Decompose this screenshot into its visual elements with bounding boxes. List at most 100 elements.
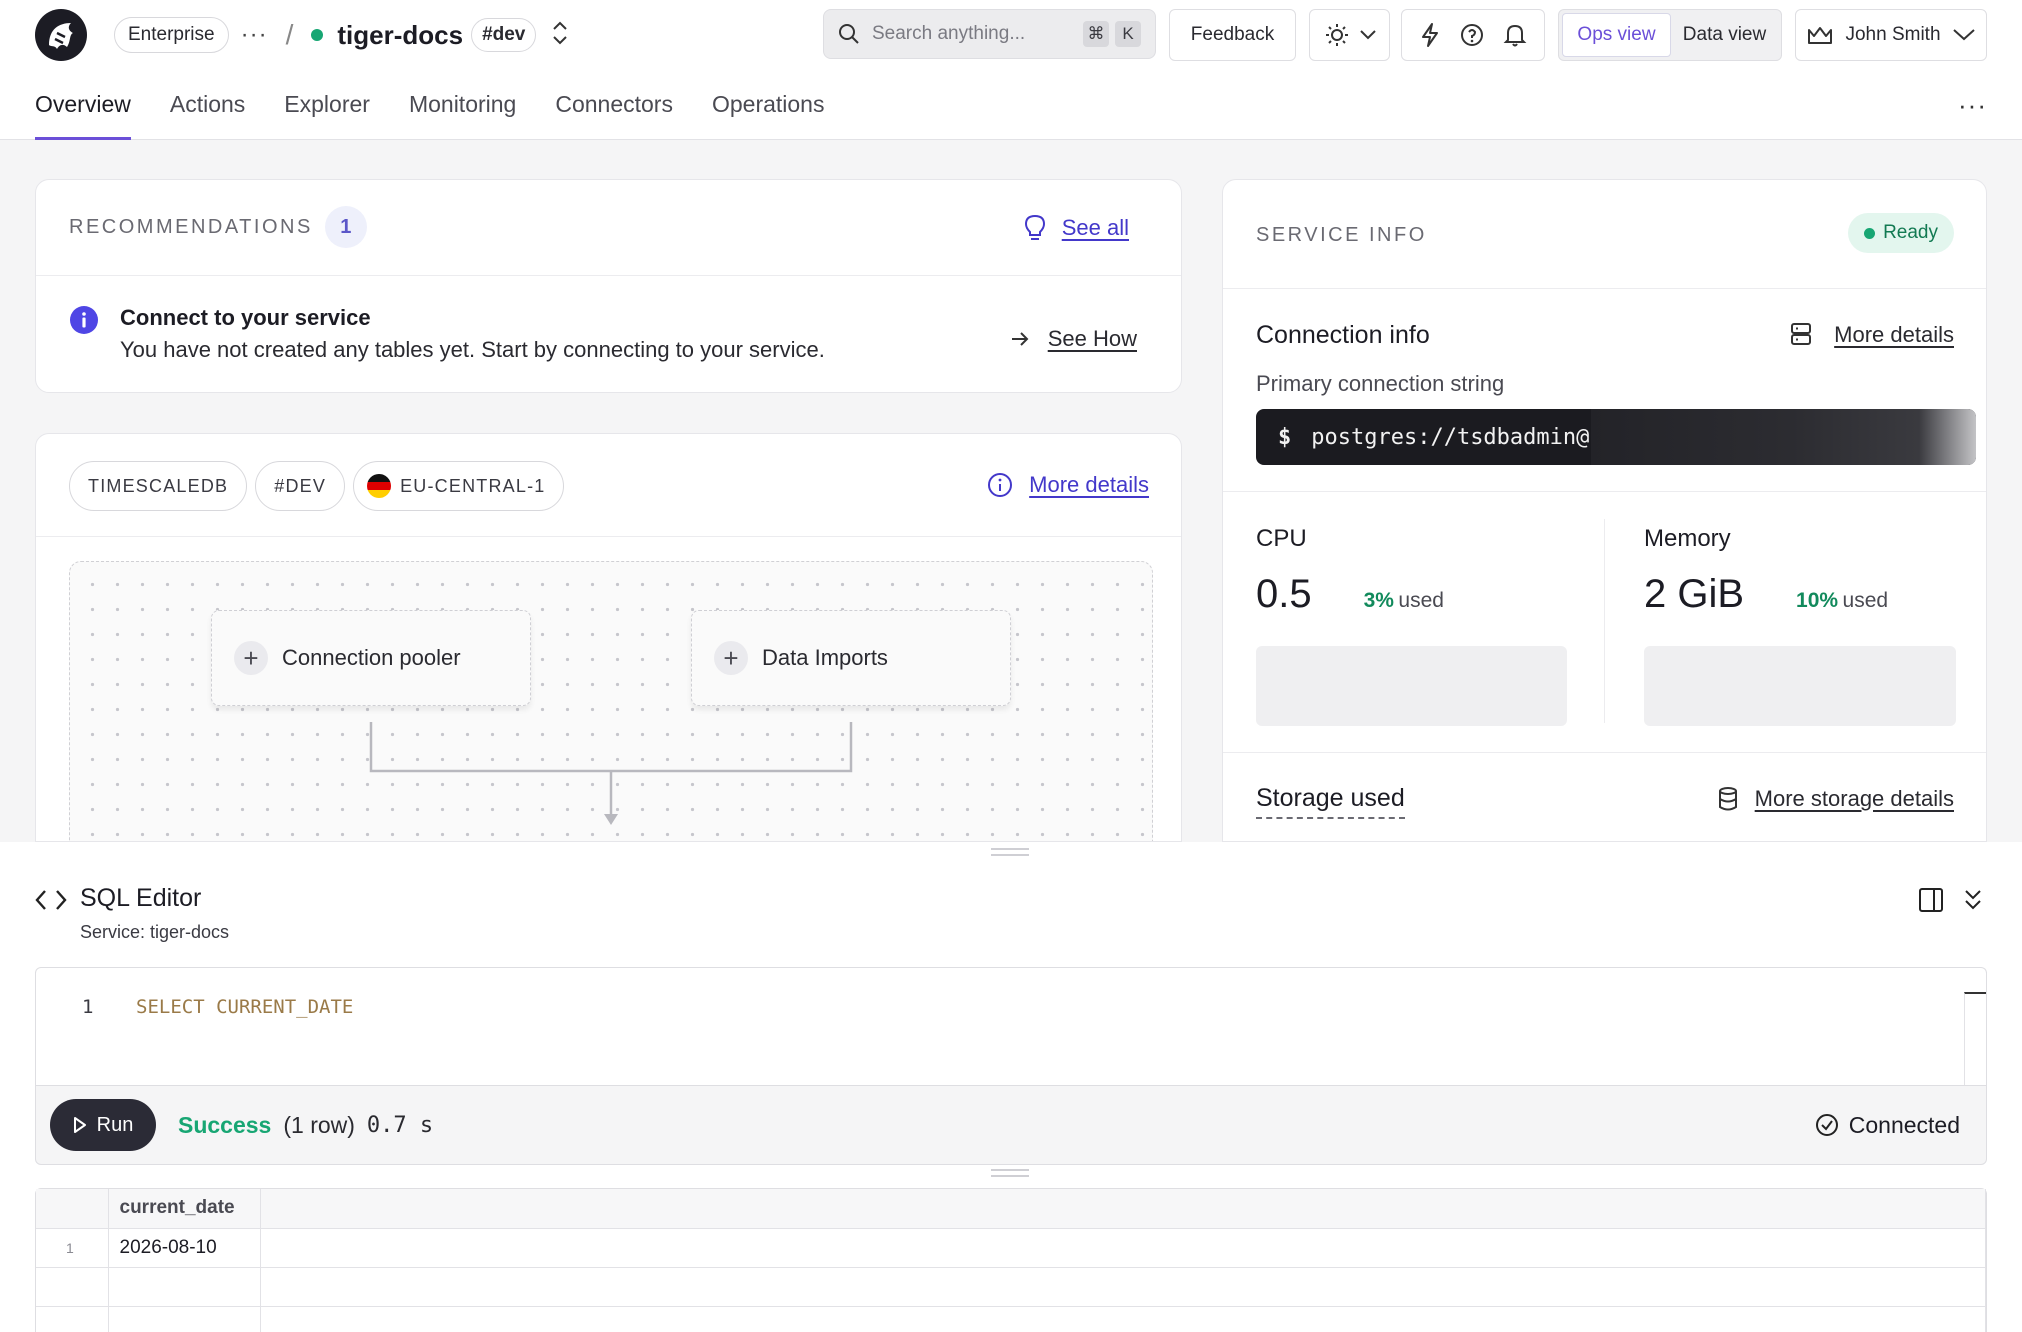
split-panel-icon[interactable] xyxy=(1918,887,1944,913)
see-all-link[interactable]: See all xyxy=(1062,215,1129,241)
recommendations-card: RECOMMENDATIONS 1 See all Connect to you… xyxy=(35,179,1182,393)
table-row-empty xyxy=(36,1306,1986,1332)
run-button[interactable]: Run xyxy=(50,1099,156,1151)
connection-more-details-link[interactable]: More details xyxy=(1834,322,1954,348)
code-editor[interactable]: 1 SELECT CURRENT_DATE xyxy=(35,967,1987,1086)
view-toggle: Ops view Data view xyxy=(1558,9,1782,61)
tiger-logo-icon[interactable] xyxy=(35,9,87,61)
connection-info-title: Connection info xyxy=(1256,321,1430,349)
database-icon xyxy=(1718,787,1737,811)
collapse-panel-icon[interactable] xyxy=(1962,888,1984,912)
table-row-empty xyxy=(36,1267,1986,1307)
feedback-button[interactable]: Feedback xyxy=(1169,9,1296,61)
result-rows: (1 row) xyxy=(283,1111,355,1138)
user-name: John Smith xyxy=(1845,24,1941,45)
recommendation-title: Connect to your service xyxy=(120,305,371,330)
chevron-up-down-icon[interactable] xyxy=(550,20,570,51)
arrow-right-icon xyxy=(1011,332,1029,346)
connection-string-box[interactable]: $ postgres://tsdbadmin@ xyxy=(1256,409,1976,465)
run-bar: Run Success (1 row) 0.7 s Connected xyxy=(35,1085,1987,1165)
play-icon xyxy=(73,1117,86,1133)
panel-resize-handle[interactable] xyxy=(991,848,1029,856)
cmd-key: ⌘ xyxy=(1083,21,1109,47)
sql-query: SELECT CURRENT_DATE xyxy=(136,996,354,1018)
recommendations-title: RECOMMENDATIONS xyxy=(69,215,313,238)
search-shortcut: ⌘ K xyxy=(1083,21,1141,47)
memory-usage-chart xyxy=(1644,646,1956,726)
connection-status: Connected xyxy=(1815,1112,1960,1139)
sql-editor-service: Service: tiger-docs xyxy=(80,922,230,942)
tab-operations[interactable]: Operations xyxy=(712,70,825,140)
breadcrumb-separator: / xyxy=(285,19,294,50)
memory-used-label: used xyxy=(1842,589,1889,612)
cpu-usage-chart xyxy=(1256,646,1567,726)
user-menu[interactable]: John Smith xyxy=(1795,9,1987,61)
sun-icon xyxy=(1325,24,1348,46)
lightbulb-icon xyxy=(1024,214,1045,240)
main-tabs: Overview Actions Explorer Monitoring Con… xyxy=(0,70,2022,140)
memory-label: Memory xyxy=(1644,525,1731,552)
status-badge: Ready xyxy=(1848,213,1954,253)
cpu-value: 0.5 xyxy=(1256,572,1312,616)
table-row[interactable]: 1 2026-08-10 xyxy=(36,1228,1986,1268)
line-number: 1 xyxy=(82,996,94,1018)
lightning-icon[interactable] xyxy=(1419,22,1441,48)
help-icon[interactable] xyxy=(1459,22,1485,48)
sql-editor-title: SQL Editor xyxy=(80,884,202,912)
connection-string-masked xyxy=(1591,409,1976,465)
info-icon xyxy=(70,306,98,334)
chevron-down-icon xyxy=(1952,29,1975,41)
memory-value: 2 GiB xyxy=(1644,572,1745,616)
cpu-label: CPU xyxy=(1256,525,1307,552)
more-horizontal-icon[interactable]: ··· xyxy=(1958,90,1987,121)
diagram-connector-lines xyxy=(369,722,853,825)
service-info-title: SERVICE INFO xyxy=(1256,224,1427,246)
service-name[interactable]: tiger-docs xyxy=(337,20,463,51)
row-number-header xyxy=(36,1189,109,1229)
service-info-card: SERVICE INFO Ready Connection info More … xyxy=(1222,179,1987,842)
table-cell[interactable]: 2026-08-10 xyxy=(108,1228,261,1268)
search-placeholder: Search anything... xyxy=(872,23,1026,44)
editor-scrollbar[interactable] xyxy=(1964,992,1986,1086)
status-label: Ready xyxy=(1883,222,1938,243)
tab-overview[interactable]: Overview xyxy=(35,70,131,140)
cpu-used-percent: 3% xyxy=(1363,589,1394,612)
result-time: 0.7 s xyxy=(366,1112,434,1138)
storage-details-link[interactable]: More storage details xyxy=(1755,786,1954,812)
connection-string: postgres://tsdbadmin@ xyxy=(1311,424,1590,450)
chip-engine: TIMESCALEDB xyxy=(69,461,248,511)
search-input[interactable]: Search anything... ⌘ K xyxy=(823,9,1156,59)
quick-actions-group xyxy=(1401,9,1545,61)
service-diagram: + Connection pooler + Data Imports xyxy=(69,561,1153,841)
tab-monitoring[interactable]: Monitoring xyxy=(409,70,516,140)
storage-used-label[interactable]: Storage used xyxy=(1256,784,1405,819)
chip-region-label: EU-CENTRAL-1 xyxy=(400,475,546,496)
result-status: Success xyxy=(178,1111,272,1138)
theme-selector[interactable] xyxy=(1309,9,1390,61)
tab-explorer[interactable]: Explorer xyxy=(284,70,370,140)
service-more-details-link[interactable]: More details xyxy=(1029,472,1149,498)
germany-flag-icon xyxy=(367,474,392,498)
org-selector[interactable]: Enterprise xyxy=(114,17,229,53)
empty-cell xyxy=(260,1228,1986,1268)
chevron-down-icon xyxy=(1359,30,1376,40)
more-horizontal-icon[interactable]: ··· xyxy=(241,21,268,49)
results-resize-handle[interactable] xyxy=(991,1169,1029,1177)
recommendations-count: 1 xyxy=(324,206,367,248)
ops-view-button[interactable]: Ops view xyxy=(1562,13,1671,57)
tab-connectors[interactable]: Connectors xyxy=(555,70,673,140)
column-header[interactable]: current_date xyxy=(108,1189,261,1229)
memory-used-percent: 10% xyxy=(1796,589,1839,612)
search-icon xyxy=(839,24,859,44)
k-key: K xyxy=(1115,21,1141,47)
connection-status-label: Connected xyxy=(1848,1111,1960,1138)
bell-icon[interactable] xyxy=(1503,22,1527,48)
tab-actions[interactable]: Actions xyxy=(170,70,245,140)
see-how-link[interactable]: See How xyxy=(1048,326,1137,352)
row-number: 1 xyxy=(36,1228,109,1268)
chip-region: EU-CENTRAL-1 xyxy=(353,461,565,511)
server-icon xyxy=(1791,323,1812,345)
info-outline-icon xyxy=(988,473,1013,497)
data-view-button[interactable]: Data view xyxy=(1671,13,1778,57)
ready-dot xyxy=(1864,227,1876,239)
